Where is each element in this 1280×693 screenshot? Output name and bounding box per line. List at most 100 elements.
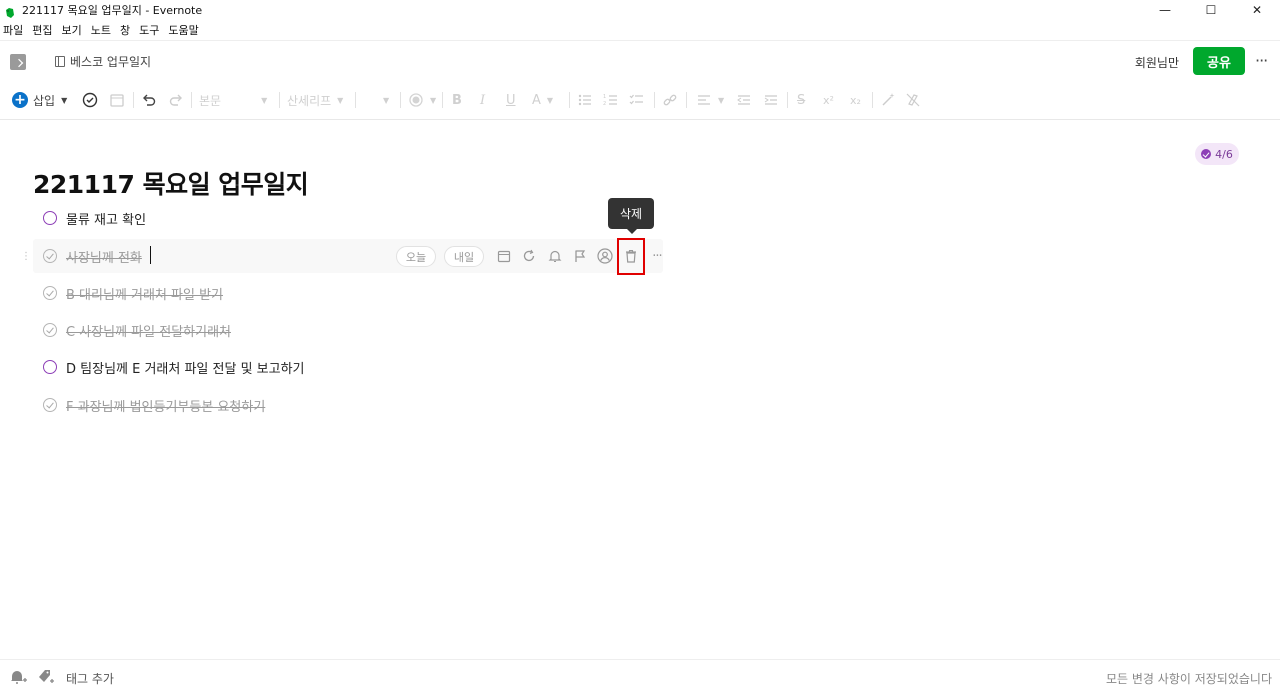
bold-icon[interactable]: B (452, 82, 462, 118)
task-item[interactable]: C 사장님께 파일 전달하기래처 (33, 313, 663, 347)
notebook-name: 베스코 업무일지 (70, 55, 152, 69)
menu-note[interactable]: 노트 (91, 22, 111, 38)
italic-icon[interactable]: I (480, 82, 485, 118)
menu-window[interactable]: 창 (120, 22, 130, 38)
chevron-down-icon: ▼ (337, 95, 344, 105)
numbered-list-icon[interactable]: 12 (603, 82, 619, 118)
chevron-down-icon: ▼ (383, 95, 390, 105)
task-label[interactable]: C 사장님께 파일 전달하기래처 (66, 321, 231, 340)
align-icon[interactable]: ▼ (696, 82, 724, 118)
task-checkbox[interactable] (43, 360, 57, 374)
due-tomorrow-button[interactable]: 내일 (444, 246, 484, 267)
task-checkbox[interactable] (43, 249, 57, 263)
tag-add-field[interactable]: 태그 추가 (66, 670, 114, 687)
menu-bar: 파일 편집 보기 노트 창 도구 도움말 (0, 20, 205, 39)
maximize-button[interactable]: ☐ (1188, 0, 1234, 19)
task-label[interactable]: 사장님께 전화 (66, 247, 142, 266)
task-item[interactable]: 사장님께 전화 (33, 239, 663, 273)
subscript-icon[interactable]: x₂ (850, 82, 861, 118)
chevron-down-icon: ▼ (261, 95, 268, 105)
save-status: 모든 변경 사항이 저장되었습니다 (1105, 672, 1272, 686)
text-color-icon[interactable]: A ▼ (532, 82, 553, 118)
clear-format-icon[interactable] (905, 82, 921, 118)
menu-file[interactable]: 파일 (3, 22, 23, 38)
task-progress-badge[interactable]: 4/6 (1195, 143, 1239, 165)
task-item[interactable]: D 팀장님께 E 거래처 파일 전달 및 보고하기 (33, 350, 663, 384)
menu-edit[interactable]: 편집 (32, 22, 52, 38)
redo-icon[interactable] (168, 82, 184, 118)
text-cursor (150, 246, 151, 264)
notebook-breadcrumb[interactable]: 베스코 업무일지 (55, 53, 151, 70)
note-footer: 태그 추가 모든 변경 사항이 저장되었습니다 (0, 659, 1280, 693)
check-circle-icon (1201, 149, 1212, 159)
due-today-button[interactable]: 오늘 (396, 246, 436, 267)
task-progress-value: 4/6 (1215, 147, 1233, 161)
bell-icon[interactable] (546, 246, 564, 266)
delete-tooltip: 삭제 (608, 198, 654, 234)
note-title[interactable]: 221117 목요일 업무일지 (33, 165, 309, 201)
flag-icon[interactable] (571, 246, 589, 266)
chevron-down-icon: ▼ (61, 95, 68, 105)
task-check-icon[interactable] (82, 82, 98, 118)
sharing-status[interactable]: 회원님만 (1135, 54, 1179, 71)
menu-view[interactable]: 보기 (62, 22, 82, 38)
indent-increase-icon[interactable] (763, 82, 779, 118)
chevron-down-icon: ▼ (546, 95, 554, 105)
chevron-down-icon: ▼ (430, 95, 437, 105)
font-family-dropdown[interactable]: 산세리프 ▼ (287, 82, 349, 118)
indent-decrease-icon[interactable] (736, 82, 752, 118)
svg-text:2: 2 (603, 101, 606, 107)
repeat-icon[interactable] (520, 246, 538, 266)
calendar-icon[interactable] (109, 82, 125, 118)
reminder-add-icon[interactable] (9, 668, 27, 690)
task-checkbox[interactable] (43, 323, 57, 337)
highlight-icon[interactable]: ▼ (408, 82, 436, 118)
task-item[interactable]: F 과장님께 법인등기부등본 요청하기 (33, 388, 663, 422)
checklist-icon[interactable] (629, 82, 645, 118)
menu-tools[interactable]: 도구 (139, 22, 159, 38)
tag-add-icon[interactable] (37, 668, 55, 690)
undo-icon[interactable] (141, 82, 157, 118)
minimize-button[interactable]: — (1142, 0, 1188, 19)
calendar-icon[interactable] (495, 246, 513, 266)
editor-toolbar: + 삽입 ▼ 본문 ▼ 산세리프 ▼ ▼ ▼ B I U A ▼ 12 ▼ S … (0, 82, 1280, 120)
more-options-icon[interactable]: ··· (1255, 51, 1268, 70)
font-style-value: 본문 (199, 93, 222, 108)
insert-button[interactable]: + 삽입 ▼ (12, 82, 67, 118)
task-checkbox[interactable] (43, 398, 57, 412)
menu-help[interactable]: 도움말 (168, 22, 198, 38)
share-button[interactable]: 공유 (1193, 47, 1245, 75)
notebook-icon (55, 56, 65, 67)
task-checkbox[interactable] (43, 211, 57, 225)
title-bar: 221117 목요일 업무일지 - Evernote (0, 0, 1280, 19)
insert-label: 삽입 (33, 93, 56, 108)
task-label[interactable]: B 대리님께 거래처 파일 받기 (66, 284, 223, 303)
task-checkbox[interactable] (43, 286, 57, 300)
task-label[interactable]: F 과장님께 법인등기부등본 요청하기 (66, 396, 265, 415)
window-controls: — ☐ ✕ (1142, 0, 1280, 19)
task-label[interactable]: D 팀장님께 E 거래처 파일 전달 및 보고하기 (66, 358, 305, 377)
superscript-icon[interactable]: x² (823, 82, 834, 118)
link-icon[interactable] (662, 82, 678, 118)
task-item[interactable]: 물류 재고 확인 (33, 201, 663, 235)
ai-wand-icon[interactable] (880, 82, 896, 118)
svg-text:1: 1 (603, 94, 606, 100)
close-button[interactable]: ✕ (1234, 0, 1280, 19)
window-title: 221117 목요일 업무일지 - Evernote (22, 3, 203, 17)
font-family-value: 산세리프 (287, 93, 332, 108)
chevron-down-icon: ▼ (718, 95, 725, 105)
note-header: 베스코 업무일지 회원님만 공유 ··· (0, 40, 1280, 82)
task-label[interactable]: 물류 재고 확인 (66, 209, 146, 228)
assign-user-icon[interactable] (596, 246, 614, 266)
font-size-dropdown[interactable]: ▼ (363, 82, 395, 118)
more-actions-icon[interactable]: ··· (648, 246, 666, 266)
plus-circle-icon: + (12, 92, 28, 108)
font-style-dropdown[interactable]: 본문 ▼ (199, 82, 271, 118)
strikethrough-icon[interactable]: S (797, 82, 805, 118)
task-item[interactable]: B 대리님께 거래처 파일 받기 (33, 276, 663, 310)
delete-highlight-box (617, 238, 645, 275)
bullet-list-icon[interactable] (577, 82, 593, 118)
underline-icon[interactable]: U (506, 82, 516, 118)
evernote-logo-icon (4, 4, 16, 18)
expand-note-icon[interactable] (10, 54, 26, 70)
